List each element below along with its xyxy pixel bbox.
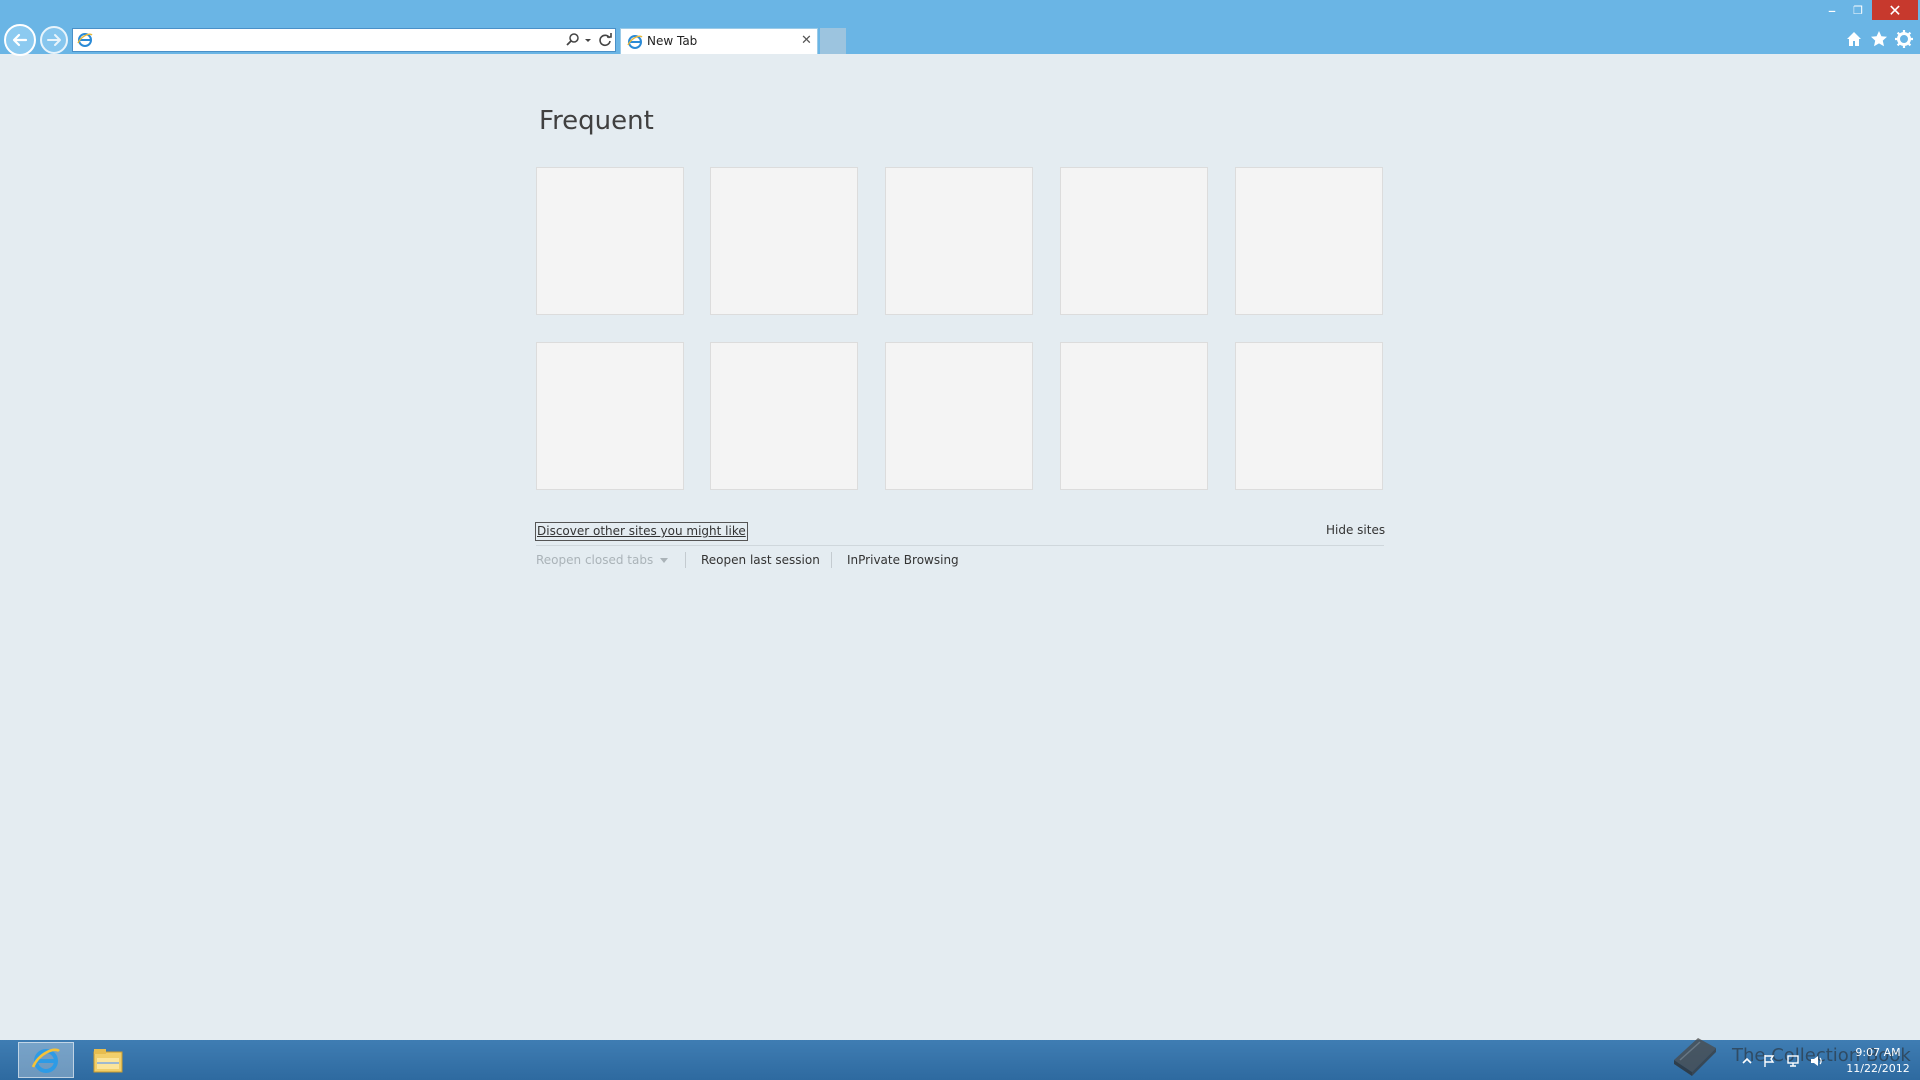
frequent-site-tile[interactable] (885, 342, 1033, 490)
close-icon: ✕ (1888, 0, 1902, 20)
chevron-down-icon[interactable] (660, 558, 668, 564)
chevron-down-icon[interactable] (583, 34, 593, 46)
back-button[interactable] (4, 24, 36, 56)
taskbar-file-explorer[interactable] (82, 1042, 134, 1078)
separator (831, 552, 832, 568)
folder-icon (93, 1049, 123, 1073)
restore-button[interactable]: ❐ (1846, 0, 1870, 20)
home-icon[interactable] (1844, 29, 1864, 49)
reopen-closed-tabs-link[interactable]: Reopen closed tabs (536, 553, 653, 567)
tab-title: New Tab (647, 34, 698, 48)
back-arrow-icon (12, 33, 28, 47)
volume-icon[interactable] (1810, 1054, 1824, 1068)
clock-date[interactable]: 11/22/2012 (1836, 1062, 1920, 1075)
network-icon[interactable] (1786, 1054, 1800, 1068)
gear-icon[interactable] (1894, 29, 1914, 49)
star-icon[interactable] (1869, 29, 1889, 49)
book-logo-icon (1674, 1038, 1716, 1076)
address-input[interactable] (97, 31, 521, 51)
internet-explorer-icon (31, 1048, 60, 1073)
frequent-site-tile[interactable] (1060, 167, 1208, 315)
reopen-last-session-link[interactable]: Reopen last session (701, 553, 820, 567)
taskbar-internet-explorer[interactable] (18, 1042, 74, 1078)
frequent-heading: Frequent (539, 106, 654, 136)
flag-icon[interactable] (1762, 1054, 1776, 1068)
tab-new-tab[interactable]: New Tab ✕ (620, 28, 818, 54)
minimize-button[interactable]: – (1820, 0, 1844, 20)
new-tab-button[interactable] (820, 28, 846, 54)
minimize-icon: – (1828, 0, 1836, 20)
close-tab-icon[interactable]: ✕ (801, 33, 812, 48)
restore-icon: ❐ (1853, 3, 1863, 17)
discover-sites-link[interactable]: Discover other sites you might like (535, 522, 748, 541)
search-icon[interactable] (565, 32, 581, 48)
frequent-site-tile[interactable] (710, 342, 858, 490)
hide-sites-link[interactable]: Hide sites (1326, 523, 1385, 537)
browser-title-bar: New Tab ✕ – ❐ ✕ (0, 0, 1920, 56)
close-window-button[interactable]: ✕ (1872, 0, 1918, 20)
frequent-site-tile[interactable] (536, 342, 684, 490)
frequent-site-tile[interactable] (1060, 342, 1208, 490)
clock-time[interactable]: 9:07 AM (1848, 1046, 1908, 1059)
frequent-site-tile[interactable] (710, 167, 858, 315)
ie-page-icon (77, 33, 93, 47)
taskbar (0, 1040, 1920, 1080)
frequent-site-tile[interactable] (1235, 167, 1383, 315)
frequent-site-tile[interactable] (885, 167, 1033, 315)
separator (685, 552, 686, 568)
inprivate-browsing-link[interactable]: InPrivate Browsing (847, 553, 959, 567)
forward-arrow-icon (47, 34, 61, 46)
ie-page-icon (627, 35, 643, 49)
address-bar[interactable] (72, 28, 616, 52)
refresh-icon[interactable] (597, 32, 613, 48)
frequent-site-tile[interactable] (1235, 342, 1383, 490)
forward-button[interactable] (40, 26, 68, 54)
divider (536, 545, 1384, 546)
frequent-site-tile[interactable] (536, 167, 684, 315)
chevron-up-icon[interactable] (1740, 1054, 1754, 1068)
